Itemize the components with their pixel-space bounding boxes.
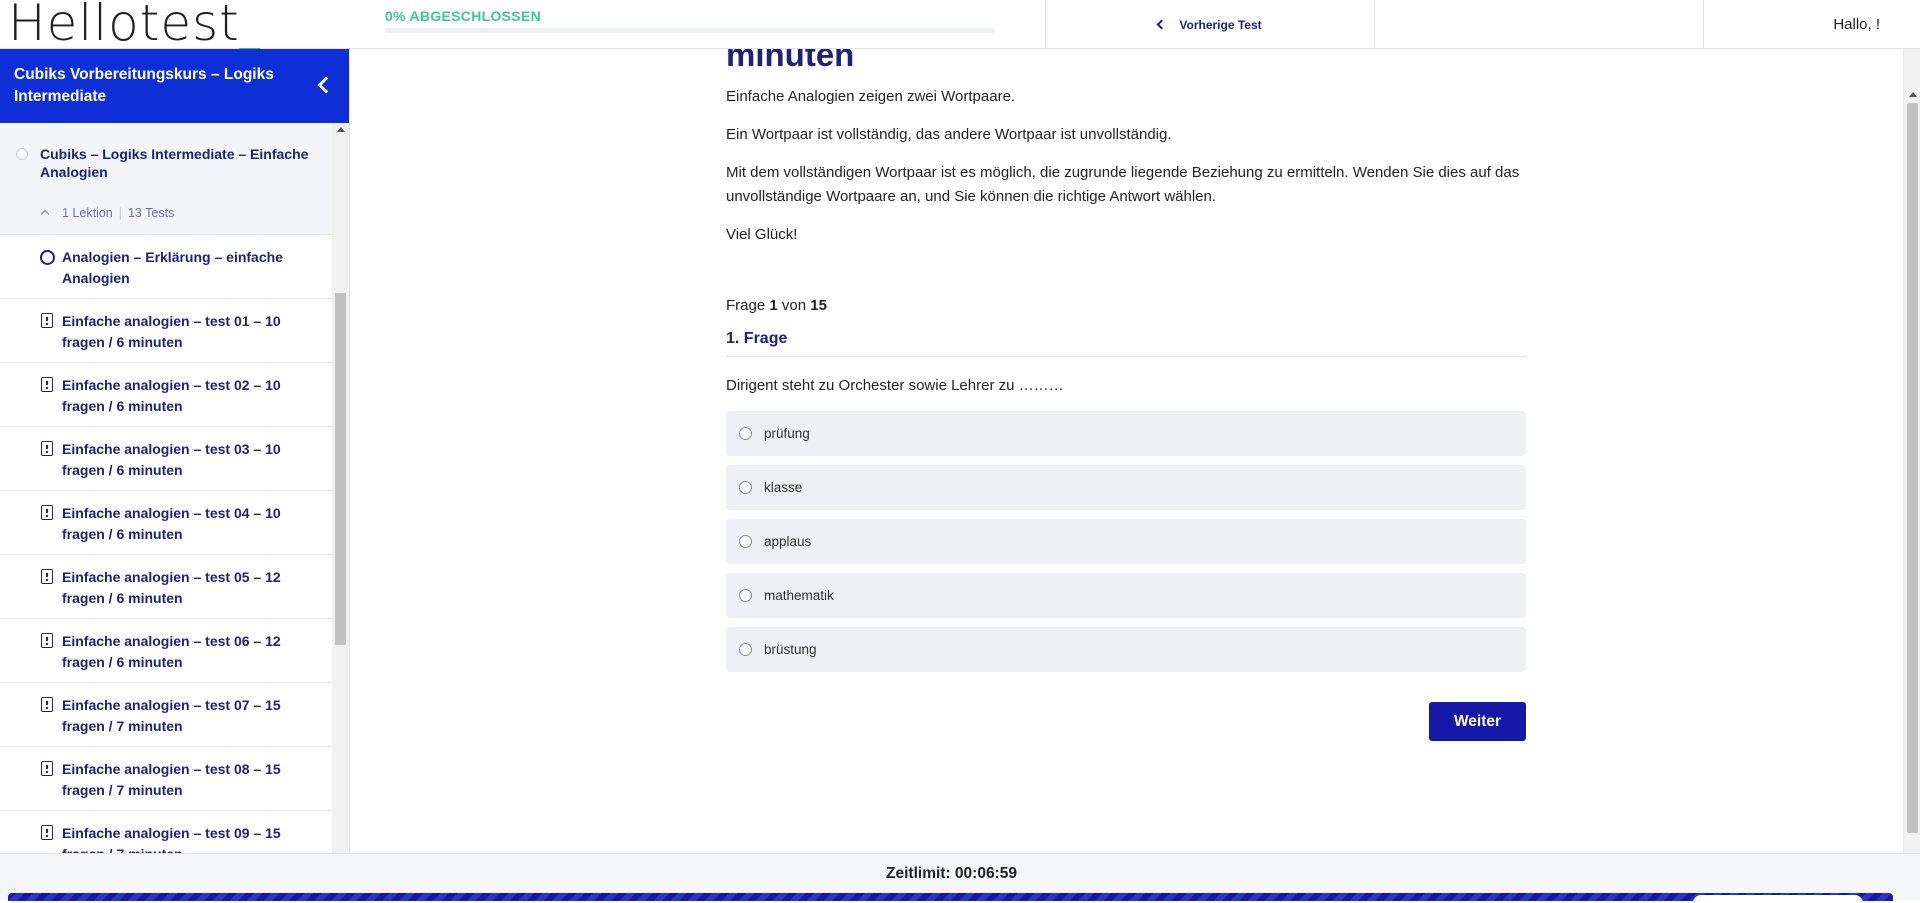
sidebar-item-test[interactable]: Einfache analogien – test 06 – 12 fragen… bbox=[0, 619, 333, 683]
test-label: Einfache analogien – test 05 – 12 fragen… bbox=[62, 569, 281, 606]
logo-text: Hellotest bbox=[8, 0, 240, 52]
lesson-circle-icon bbox=[40, 250, 55, 265]
course-sidebar: Cubiks Vorbereitungskurs – Logiks Interm… bbox=[0, 49, 350, 853]
course-title: Cubiks Vorbereitungskurs – Logiks Interm… bbox=[14, 66, 274, 105]
test-label: Einfache analogien – test 07 – 15 fragen… bbox=[62, 697, 281, 734]
progress-label: 0% ABGESCHLOSSEN bbox=[385, 8, 541, 24]
quiz-icon bbox=[41, 377, 53, 392]
sidebar-item-test[interactable]: Einfache analogien – test 03 – 10 fragen… bbox=[0, 427, 333, 491]
intro-paragraph: Ein Wortpaar ist vollständig, das andere… bbox=[726, 126, 1172, 143]
radio-button[interactable] bbox=[739, 481, 752, 494]
previous-test-button[interactable]: Vorherige Test bbox=[1045, 0, 1374, 49]
test-label: Einfache analogien – test 04 – 10 fragen… bbox=[62, 505, 281, 542]
logo-underscore: _ bbox=[239, 4, 261, 50]
answer-option[interactable]: applaus bbox=[726, 519, 1526, 564]
quiz-icon bbox=[41, 505, 53, 520]
top-header: Hellotest_ 0% ABGESCHLOSSEN Vorherige Te… bbox=[0, 0, 1920, 50]
sidebar-item-test[interactable]: Einfache analogien – test 07 – 15 fragen… bbox=[0, 683, 333, 747]
radio-button[interactable] bbox=[739, 427, 752, 440]
radio-button[interactable] bbox=[739, 643, 752, 656]
option-label: klasse bbox=[764, 480, 803, 495]
section-meta-toggle[interactable]: 1 Lektion | 13 Tests bbox=[0, 191, 333, 235]
answer-option[interactable]: brüstung bbox=[726, 627, 1526, 672]
radio-button[interactable] bbox=[739, 535, 752, 548]
test-label: Einfache analogien – test 08 – 15 fragen… bbox=[62, 761, 281, 798]
quiz-icon bbox=[41, 441, 53, 456]
sidebar-scroll-thumb[interactable] bbox=[335, 293, 346, 645]
chevron-left-icon bbox=[1156, 19, 1167, 30]
quiz-icon bbox=[41, 825, 53, 840]
intro-paragraph: Viel Glück! bbox=[726, 226, 798, 243]
intro-paragraph: Einfache Analogien zeigen zwei Wortpaare… bbox=[726, 88, 1016, 105]
answer-option[interactable]: klasse bbox=[726, 465, 1526, 510]
test-label: Einfache analogien – test 06 – 12 fragen… bbox=[62, 633, 281, 670]
timer-footer: Zeitlimit: 00:06:59 bbox=[0, 853, 1920, 903]
question-heading: 1. Frage bbox=[726, 330, 1526, 357]
answer-options: prüfung klasse applaus mathematik brüstu… bbox=[726, 411, 1526, 672]
quiz-icon bbox=[41, 761, 53, 776]
sidebar-item-lesson[interactable]: Analogien – Erklärung – einfache Analogi… bbox=[0, 235, 333, 299]
quiz-icon bbox=[41, 569, 53, 584]
timer-tab bbox=[1693, 895, 1863, 903]
user-greeting[interactable]: Hallo, ! bbox=[1703, 0, 1920, 49]
question-counter: Frage 1 von 15 bbox=[726, 297, 827, 314]
section-status-icon bbox=[16, 148, 28, 160]
test-label: Einfache analogien – test 03 – 10 fragen… bbox=[62, 441, 281, 478]
option-label: mathematik bbox=[764, 588, 834, 603]
test-content: minuten Einfache Analogien zeigen zwei W… bbox=[726, 49, 1526, 741]
option-label: applaus bbox=[764, 534, 812, 549]
scroll-up-arrow-icon[interactable] bbox=[1909, 92, 1917, 97]
quiz-icon bbox=[41, 313, 53, 328]
chevron-up-icon bbox=[40, 209, 50, 219]
answer-option[interactable]: prüfung bbox=[726, 411, 1526, 456]
sidebar-item-test[interactable]: Einfache analogien – test 02 – 10 fragen… bbox=[0, 363, 333, 427]
radio-button[interactable] bbox=[739, 589, 752, 602]
previous-test-label: Vorherige Test bbox=[1179, 17, 1262, 32]
test-count: 13 Tests bbox=[127, 205, 175, 220]
scroll-up-arrow-icon[interactable] bbox=[337, 127, 345, 132]
current-question-number: 1 bbox=[769, 297, 778, 314]
course-title-panel: Cubiks Vorbereitungskurs – Logiks Interm… bbox=[0, 49, 349, 123]
section-header[interactable]: Cubiks – Logiks Intermediate – Einfache … bbox=[0, 123, 333, 191]
total-questions: 15 bbox=[810, 297, 827, 314]
sidebar-scrollbar[interactable] bbox=[332, 123, 349, 853]
lesson-list: Cubiks – Logiks Intermediate – Einfache … bbox=[0, 123, 333, 853]
main-content: minuten Einfache Analogien zeigen zwei W… bbox=[350, 49, 1903, 853]
test-label: Einfache analogien – test 09 – 15 fragen… bbox=[62, 825, 281, 853]
answer-option[interactable]: mathematik bbox=[726, 573, 1526, 618]
page-scrollbar[interactable] bbox=[1903, 49, 1920, 853]
collapse-sidebar-icon[interactable] bbox=[317, 76, 335, 94]
section-title: Cubiks – Logiks Intermediate – Einfache … bbox=[40, 146, 309, 180]
test-label: Einfache analogien – test 01 – 10 fragen… bbox=[62, 313, 281, 350]
time-limit: Zeitlimit: 00:06:59 bbox=[886, 865, 1017, 882]
sidebar-item-test[interactable]: Einfache analogien – test 04 – 10 fragen… bbox=[0, 491, 333, 555]
page-title: minuten bbox=[726, 49, 855, 73]
question-text: Dirigent steht zu Orchester sowie Lehrer… bbox=[726, 377, 1064, 394]
quiz-icon bbox=[41, 633, 53, 648]
quiz-icon bbox=[41, 697, 53, 712]
page-scroll-thumb[interactable] bbox=[1907, 103, 1918, 833]
sidebar-item-test[interactable]: Einfache analogien – test 08 – 15 fragen… bbox=[0, 747, 333, 811]
intro-paragraph: Mit dem vollständigen Wortpaar ist es mö… bbox=[726, 164, 1520, 205]
sidebar-item-test[interactable]: Einfache analogien – test 05 – 12 fragen… bbox=[0, 555, 333, 619]
next-button[interactable]: Weiter bbox=[1429, 702, 1526, 741]
progress-bar bbox=[385, 28, 995, 33]
sidebar-item-test[interactable]: Einfache analogien – test 01 – 10 fragen… bbox=[0, 299, 333, 363]
option-label: brüstung bbox=[764, 642, 817, 657]
sidebar-item-test[interactable]: Einfache analogien – test 09 – 15 fragen… bbox=[0, 811, 333, 853]
hellotest-logo[interactable]: Hellotest_ bbox=[8, 0, 261, 50]
test-label: Einfache analogien – test 02 – 10 fragen… bbox=[62, 377, 281, 414]
option-label: prüfung bbox=[764, 426, 810, 441]
lesson-count: 1 Lektion bbox=[62, 205, 113, 220]
course-progress: 0% ABGESCHLOSSEN bbox=[385, 8, 995, 33]
lesson-label: Analogien – Erklärung – einfache Analogi… bbox=[62, 249, 283, 286]
header-empty-cell bbox=[1374, 0, 1703, 49]
